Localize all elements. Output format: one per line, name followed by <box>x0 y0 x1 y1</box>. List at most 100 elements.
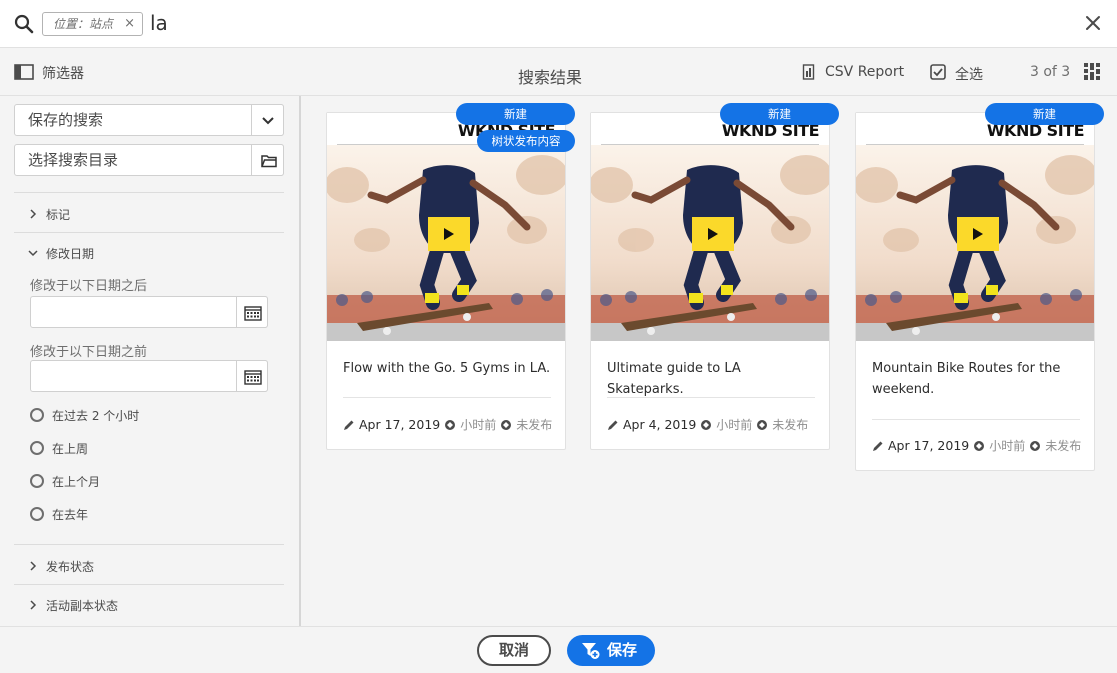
new-badge: 新建 <box>456 103 575 125</box>
location-scope-label: 位置：站点 <box>53 17 114 31</box>
browse-directory-button[interactable] <box>251 144 284 176</box>
filter-toggle-label[interactable]: 筛选器 <box>42 63 84 83</box>
card-meta: Apr 17, 2019 小时前 未发布 <box>343 416 552 433</box>
result-card[interactable]: WKND SITE Mountain Bike Routes for the w… <box>855 112 1095 471</box>
divider <box>14 544 284 545</box>
card-title[interactable]: Mountain Bike Routes for the weekend. <box>872 358 1082 400</box>
globe-status-icon <box>501 420 512 430</box>
card-divider <box>607 397 815 398</box>
chevron-down-icon <box>262 117 274 125</box>
publish-status: 未发布 <box>772 418 809 432</box>
globe-status-icon <box>445 420 456 430</box>
csv-report-icon[interactable] <box>802 64 816 80</box>
result-card[interactable]: WKND SITE Ultimate guide to LA Skatepark… <box>590 112 830 450</box>
result-count: 3 of 3 <box>1030 64 1071 80</box>
globe-status-icon <box>757 420 768 430</box>
modified-after-label: 修改于以下日期之后 <box>30 279 148 294</box>
card-thumbnail[interactable]: WKND SITE <box>856 113 1094 341</box>
new-badge: 新建 <box>985 103 1104 125</box>
modified-date: Apr 4, 2019 <box>622 417 697 432</box>
play-button[interactable] <box>692 217 734 251</box>
thumbnail-rule <box>866 144 1084 145</box>
modified-date: Apr 17, 2019 <box>887 438 970 453</box>
radio-label: 在去年 <box>52 508 89 522</box>
chevron-down-icon <box>28 250 38 257</box>
time-ago: 小时前 <box>989 439 1026 453</box>
select-all-icon[interactable] <box>930 64 946 80</box>
remove-tag-icon[interactable]: × <box>124 13 135 35</box>
edit-icon <box>344 420 354 430</box>
chevron-right-icon <box>30 600 37 610</box>
accordion-live-copy-status-label: 活动副本状态 <box>46 599 119 613</box>
footer-bar: 取消 保存 <box>0 626 1117 673</box>
edit-icon <box>608 420 618 430</box>
modified-before-calendar-button[interactable] <box>236 360 268 392</box>
radio-label: 在上周 <box>52 442 89 456</box>
modified-before-input[interactable] <box>30 360 268 392</box>
accordion-tags[interactable]: 标记 <box>28 206 70 223</box>
play-button[interactable] <box>957 217 999 251</box>
chevron-right-icon <box>30 209 37 219</box>
modified-before-label: 修改于以下日期之前 <box>30 345 148 360</box>
accordion-publish-status-label: 发布状态 <box>46 560 95 574</box>
time-ago: 小时前 <box>716 418 753 432</box>
accordion-modified-date-label: 修改日期 <box>46 247 95 261</box>
globe-status-icon <box>1030 441 1041 451</box>
search-directory-label: 选择搜索目录 <box>28 151 119 169</box>
csv-report-button[interactable]: CSV Report <box>825 64 904 80</box>
saved-search-select[interactable]: 保存的搜索 <box>14 104 284 136</box>
saved-search-dropdown-button[interactable] <box>251 104 284 136</box>
filter-rail-icon[interactable] <box>14 64 34 80</box>
play-button[interactable] <box>428 217 470 251</box>
play-icon <box>708 228 718 240</box>
search-directory-field[interactable]: 选择搜索目录 <box>14 144 284 176</box>
divider <box>14 232 284 233</box>
modified-after-calendar-button[interactable] <box>236 296 268 328</box>
radio-circle[interactable] <box>30 441 44 455</box>
save-search-button[interactable]: 保存 <box>567 635 655 666</box>
radio-label: 在上个月 <box>52 475 101 489</box>
card-divider <box>872 419 1080 420</box>
edit-icon <box>873 441 883 451</box>
globe-status-icon <box>701 420 712 430</box>
radio-circle[interactable] <box>30 408 44 422</box>
search-input[interactable]: la <box>150 11 168 35</box>
card-thumbnail[interactable]: WKND SITE <box>591 113 829 341</box>
search-bar: 位置：站点 × la <box>0 0 1117 48</box>
location-scope-tag[interactable]: 位置：站点 × <box>42 12 143 36</box>
play-icon <box>973 228 983 240</box>
cancel-button[interactable]: 取消 <box>477 635 551 666</box>
accordion-modified-date[interactable]: 修改日期 <box>28 245 94 262</box>
folder-icon <box>261 155 277 168</box>
publish-status: 未发布 <box>1045 439 1082 453</box>
search-icon <box>14 14 34 34</box>
select-all-button[interactable]: 全选 <box>955 64 983 84</box>
divider <box>14 584 284 585</box>
thumbnail-rule <box>601 144 819 145</box>
card-title[interactable]: Flow with the Go. 5 Gyms in LA. <box>343 358 553 379</box>
time-ago: 小时前 <box>460 418 497 432</box>
radio-circle[interactable] <box>30 474 44 488</box>
card-divider <box>343 397 551 398</box>
new-badge: 新建 <box>720 103 839 125</box>
modified-date: Apr 17, 2019 <box>358 417 441 432</box>
grid-view-icon[interactable] <box>1084 63 1101 80</box>
play-icon <box>444 228 454 240</box>
accordion-publish-status[interactable]: 发布状态 <box>28 558 94 575</box>
toolbar: 筛选器 搜索结果 CSV Report 全选 3 of 3 <box>0 48 1117 96</box>
divider <box>14 192 284 193</box>
card-meta: Apr 17, 2019 小时前 未发布 <box>872 437 1081 454</box>
save-search-label: 保存 <box>607 641 638 659</box>
results-grid: WKND SITE Flow with the Go. 5 Gyms in LA… <box>303 96 1117 626</box>
result-card[interactable]: WKND SITE Flow with the Go. 5 Gyms in LA… <box>326 112 566 450</box>
close-icon[interactable] <box>1082 12 1104 34</box>
page-title: 搜索结果 <box>518 68 583 87</box>
calendar-icon <box>244 370 262 385</box>
radio-circle[interactable] <box>30 507 44 521</box>
filter-sidebar: 保存的搜索 选择搜索目录 标记 修改日期 修改于以下日期之后 修改于以下日期之前… <box>0 96 301 626</box>
card-title[interactable]: Ultimate guide to LA Skateparks. <box>607 358 817 400</box>
filter-add-icon <box>582 643 600 659</box>
accordion-live-copy-status[interactable]: 活动副本状态 <box>28 597 118 614</box>
modified-after-input[interactable] <box>30 296 268 328</box>
publish-status: 未发布 <box>516 418 553 432</box>
